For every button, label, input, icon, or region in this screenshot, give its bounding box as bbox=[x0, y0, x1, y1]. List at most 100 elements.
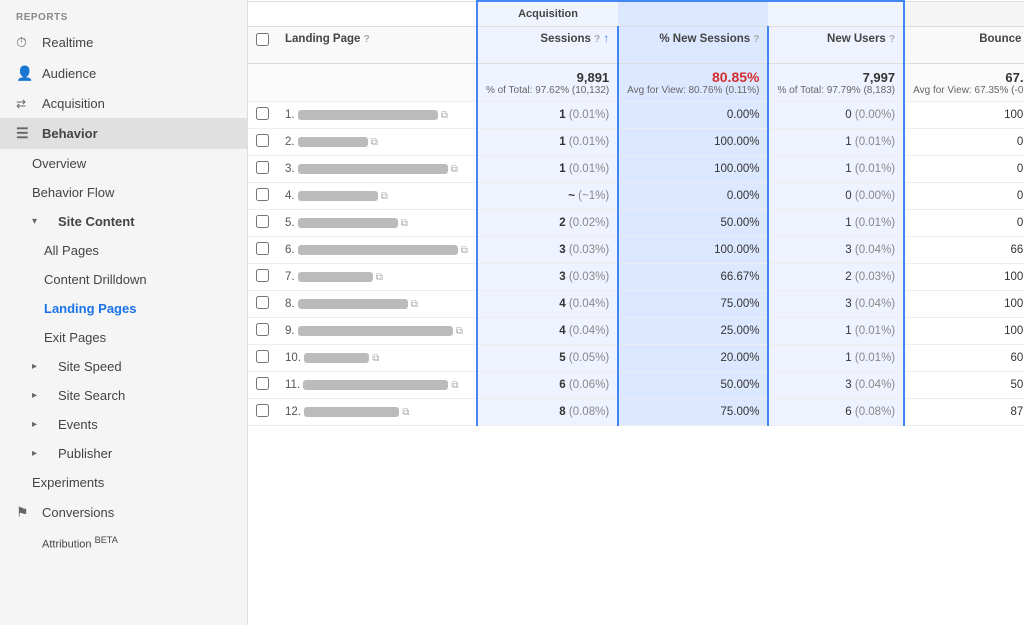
sidebar-item-label: Acquisition bbox=[42, 96, 105, 111]
sidebar-item-experiments[interactable]: Experiments bbox=[0, 468, 247, 497]
sidebar-item-audience[interactable]: 👤 Audience bbox=[0, 58, 247, 89]
sidebar-item-attribution[interactable]: Attribution BETA bbox=[0, 528, 247, 558]
blurred-url bbox=[303, 380, 448, 390]
reports-label: REPORTS bbox=[0, 4, 247, 27]
external-link-icon: ⧉ bbox=[451, 380, 458, 391]
sidebar-item-overview[interactable]: Overview bbox=[0, 149, 247, 178]
blurred-url bbox=[298, 299, 408, 309]
table-row: 6. ⧉3 (0.03%)100.00%3 (0.04%)66.67%2.000… bbox=[248, 237, 1024, 264]
sessions-cell: 4 (0.04%) bbox=[477, 291, 618, 318]
expand-icon-publisher: ▸ bbox=[32, 448, 50, 459]
new-users-cell: 1 (0.01%) bbox=[768, 210, 904, 237]
new-users-cell: 1 (0.01%) bbox=[768, 129, 904, 156]
sidebar-item-label: Overview bbox=[32, 156, 86, 171]
summary-pct-new: 80.85% Avg for View: 80.76% (0.11%) bbox=[618, 64, 768, 102]
row-checkbox[interactable] bbox=[256, 296, 269, 309]
sidebar-item-publisher[interactable]: ▸ Publisher bbox=[0, 439, 247, 468]
sidebar-item-label: Behavior Flow bbox=[32, 185, 114, 200]
pct-new-cell: 0.00% bbox=[618, 102, 768, 129]
pct-group-spacer bbox=[692, 8, 695, 20]
sidebar-item-site-content[interactable]: ▾ Site Content bbox=[0, 207, 247, 236]
row-checkbox[interactable] bbox=[256, 269, 269, 282]
row-checkbox[interactable] bbox=[256, 404, 269, 417]
row-checkbox[interactable] bbox=[256, 350, 269, 363]
blurred-url bbox=[304, 353, 369, 363]
sidebar-item-realtime[interactable]: ⏱ Realtime bbox=[0, 27, 247, 58]
row-checkbox[interactable] bbox=[256, 215, 269, 228]
row-checkbox[interactable] bbox=[256, 323, 269, 336]
bounce-cell: 0.00% bbox=[904, 183, 1024, 210]
pct-new-cell: 50.00% bbox=[618, 372, 768, 399]
row-checkbox[interactable] bbox=[256, 242, 269, 255]
col-new-users-header[interactable]: New Users ? bbox=[768, 27, 904, 64]
row-checkbox[interactable] bbox=[256, 134, 269, 147]
main-content: Acquisition Behavior Landing Page ? bbox=[248, 0, 1024, 625]
landing-page-cell: 7. ⧉ bbox=[277, 264, 477, 291]
sidebar-item-label: Site Speed bbox=[58, 359, 122, 374]
external-link-icon: ⧉ bbox=[402, 407, 409, 418]
sidebar-item-site-search[interactable]: ▸ Site Search bbox=[0, 381, 247, 410]
select-all-checkbox[interactable] bbox=[256, 33, 269, 46]
sidebar-item-conversions[interactable]: ⚑ Conversions bbox=[0, 497, 247, 528]
landing-page-cell: 11. ⧉ bbox=[277, 372, 477, 399]
pct-new-cell: 50.00% bbox=[618, 210, 768, 237]
external-link-icon: ⧉ bbox=[371, 137, 378, 148]
row-checkbox[interactable] bbox=[256, 188, 269, 201]
new-users-cell: 1 (0.01%) bbox=[768, 345, 904, 372]
blurred-url bbox=[298, 164, 448, 174]
sidebar-item-acquisition[interactable]: ⇄ Acquisition bbox=[0, 89, 247, 118]
table-row: 5. ⧉2 (0.02%)50.00%1 (0.01%)0.00%5.0000:… bbox=[248, 210, 1024, 237]
sessions-cell: 3 (0.03%) bbox=[477, 264, 618, 291]
flag-icon: ⚑ bbox=[16, 504, 34, 521]
clock-icon: ⏱ bbox=[16, 34, 34, 51]
new-users-cell: 2 (0.03%) bbox=[768, 264, 904, 291]
bounce-cell: 0.00% bbox=[904, 156, 1024, 183]
col-pct-new-header[interactable]: % New Sessions ? bbox=[618, 27, 768, 64]
external-link-icon: ⧉ bbox=[441, 110, 448, 121]
sidebar-item-exit-pages[interactable]: Exit Pages bbox=[0, 323, 247, 352]
acquisition-group-label: Acquisition bbox=[518, 8, 578, 20]
bounce-cell: 100.00% bbox=[904, 102, 1024, 129]
sidebar-item-behavior-flow[interactable]: Behavior Flow bbox=[0, 178, 247, 207]
row-checkbox[interactable] bbox=[256, 107, 269, 120]
blurred-url bbox=[298, 191, 378, 201]
sidebar-item-label: Conversions bbox=[42, 505, 114, 520]
acquisition-group-spacer bbox=[834, 8, 837, 20]
external-link-icon: ⧉ bbox=[461, 245, 468, 256]
col-bounce-header[interactable]: Bounce Rate ? bbox=[904, 27, 1024, 64]
pct-new-cell: 20.00% bbox=[618, 345, 768, 372]
sidebar-item-landing-pages[interactable]: Landing Pages ↖ bbox=[0, 294, 247, 323]
summary-new-users: 7,997 % of Total: 97.79% (8,183) bbox=[768, 64, 904, 102]
sessions-cell: 1 (0.01%) bbox=[477, 156, 618, 183]
landing-page-cell: 8. ⧉ bbox=[277, 291, 477, 318]
pct-new-cell: 75.00% bbox=[618, 399, 768, 426]
landing-page-cell: 4. ⧉ bbox=[277, 183, 477, 210]
sidebar-item-events[interactable]: ▸ Events bbox=[0, 410, 247, 439]
sidebar-item-site-speed[interactable]: ▸ Site Speed bbox=[0, 352, 247, 381]
pct-new-cell: 100.00% bbox=[618, 237, 768, 264]
landing-page-cell: 10. ⧉ bbox=[277, 345, 477, 372]
pct-new-cell: 100.00% bbox=[618, 129, 768, 156]
row-checkbox[interactable] bbox=[256, 377, 269, 390]
table-row: 8. ⧉4 (0.04%)75.00%3 (0.04%)100.00%1.000… bbox=[248, 291, 1024, 318]
table-row: 7. ⧉3 (0.03%)66.67%2 (0.03%)100.00%1.000… bbox=[248, 264, 1024, 291]
external-link-icon: ⧉ bbox=[456, 326, 463, 337]
blurred-url bbox=[298, 110, 438, 120]
table-row: 9. ⧉4 (0.04%)25.00%1 (0.01%)100.00%1.000… bbox=[248, 318, 1024, 345]
sidebar-item-behavior[interactable]: ☰ Behavior ← bbox=[0, 118, 247, 149]
row-checkbox[interactable] bbox=[256, 161, 269, 174]
landing-page-cell: 5. ⧉ bbox=[277, 210, 477, 237]
new-users-cell: 1 (0.01%) bbox=[768, 318, 904, 345]
sidebar-item-label: Realtime bbox=[42, 35, 93, 50]
landing-page-cell: 3. ⧉ bbox=[277, 156, 477, 183]
blurred-url bbox=[298, 326, 453, 336]
col-sessions-header[interactable]: Sessions ? ↑ bbox=[477, 27, 618, 64]
data-table: Acquisition Behavior Landing Page ? bbox=[248, 0, 1024, 426]
sidebar-item-all-pages[interactable]: All Pages bbox=[0, 236, 247, 265]
col-checkbox-header bbox=[248, 27, 277, 64]
sidebar-item-content-drilldown[interactable]: Content Drilldown bbox=[0, 265, 247, 294]
sessions-cell: 1 (0.01%) bbox=[477, 102, 618, 129]
external-link-icon: ⧉ bbox=[381, 191, 388, 202]
landing-page-help: ? bbox=[364, 34, 370, 45]
new-users-cell: 3 (0.04%) bbox=[768, 291, 904, 318]
